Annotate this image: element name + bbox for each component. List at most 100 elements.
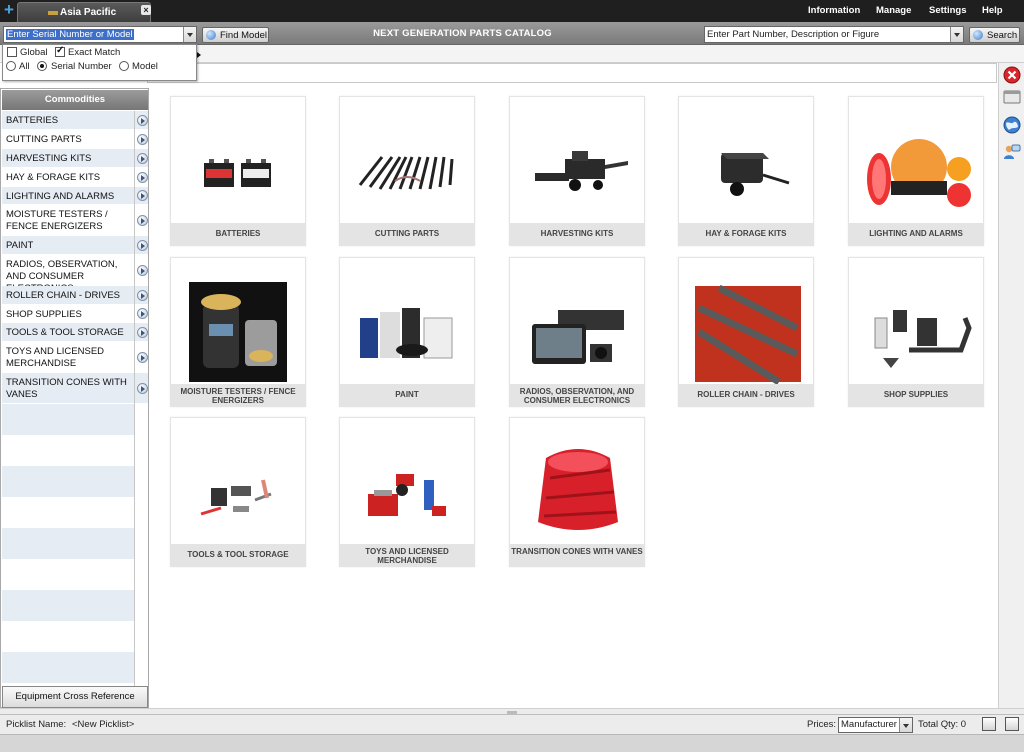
chevron-down-icon[interactable]: [899, 718, 912, 732]
serial-number-input[interactable]: Enter Serial Number or Model: [3, 26, 197, 43]
globe-icon[interactable]: [1003, 116, 1021, 134]
radio-all-label: All: [19, 61, 30, 72]
nav-information[interactable]: Information: [808, 5, 860, 16]
monitor-radio-icon: [532, 310, 624, 364]
tab-asia-pacific[interactable]: Asia Pacific ×: [17, 2, 151, 22]
chevron-down-icon[interactable]: [950, 27, 963, 42]
radio-all[interactable]: [6, 61, 16, 71]
commodity-tile[interactable]: TRANSITION CONES WITH VANES: [509, 417, 645, 567]
commodity-tile[interactable]: SHOP SUPPLIES: [848, 257, 984, 407]
search-options-panel: Global Exact Match All Serial Number Mod…: [2, 44, 197, 81]
commodity-tile[interactable]: ROLLER CHAIN - DRIVES: [678, 257, 814, 407]
nav-manage[interactable]: Manage: [876, 5, 911, 16]
exact-match-label: Exact Match: [68, 47, 121, 58]
commodity-tile-label: PAINT: [340, 384, 474, 406]
commodity-tile[interactable]: PAINT: [339, 257, 475, 407]
global-checkbox[interactable]: [7, 47, 17, 57]
tools-icon: [200, 479, 272, 516]
radio-serial-number[interactable]: [37, 61, 47, 71]
empty-row: [2, 435, 134, 466]
commodity-item-label: TRANSITION CONES WITH VANES: [6, 377, 127, 400]
nav-settings[interactable]: Settings: [929, 5, 966, 16]
commodity-item-label: ROLLER CHAIN - DRIVES: [6, 290, 121, 301]
arrow-right-circle-icon[interactable]: [137, 215, 148, 226]
breadcrumb: [147, 63, 997, 83]
commodity-tile[interactable]: HAY & FORAGE KITS: [678, 96, 814, 246]
new-tab-plus-icon[interactable]: +: [2, 1, 16, 19]
transition-cone-icon: [538, 449, 618, 530]
arrow-right-circle-icon[interactable]: [137, 115, 148, 126]
maximize-window-icon[interactable]: [1005, 717, 1019, 731]
commodity-item[interactable]: HARVESTING KITS: [2, 149, 148, 168]
commodity-tile-label: HAY & FORAGE KITS: [679, 223, 813, 245]
bottom-bar: [0, 734, 1024, 752]
find-model-label: Find Model: [220, 30, 267, 41]
commodity-tile[interactable]: BATTERIES: [170, 96, 306, 246]
empty-row: [2, 652, 134, 683]
arrow-right-circle-icon[interactable]: [137, 383, 148, 394]
commodity-item[interactable]: MOISTURE TESTERS / FENCE ENERGIZERS: [2, 205, 148, 236]
window-icon[interactable]: [1003, 88, 1021, 106]
commodity-tile[interactable]: MOISTURE TESTERS / FENCE ENERGIZERS: [170, 257, 306, 407]
commodity-tile[interactable]: TOOLS & TOOL STORAGE: [170, 417, 306, 567]
prices-select[interactable]: Manufacturer: [838, 717, 913, 733]
commodity-item-label: PAINT: [6, 240, 34, 251]
warning-lights-icon: [867, 139, 971, 207]
part-number-input[interactable]: Enter Part Number, Description or Figure: [704, 26, 964, 43]
total-qty: Total Qty: 0: [918, 719, 967, 730]
close-icon[interactable]: [1003, 66, 1021, 84]
arrow-right-circle-icon[interactable]: [137, 172, 148, 183]
top-bar: + Asia Pacific × Information Manage Sett…: [0, 0, 1024, 22]
commodity-tile[interactable]: LIGHTING AND ALARMS: [848, 96, 984, 246]
picklist-name-value[interactable]: <New Picklist>: [72, 719, 134, 730]
arrow-right-circle-icon[interactable]: [137, 240, 148, 251]
commodity-item[interactable]: BATTERIES: [2, 111, 148, 130]
moisture-tester-icon: [189, 282, 287, 382]
restore-window-icon[interactable]: [982, 717, 996, 731]
search-icon: [973, 30, 983, 40]
commodity-item[interactable]: TOOLS & TOOL STORAGE: [2, 323, 148, 342]
arrow-right-circle-icon[interactable]: [137, 308, 148, 319]
chevron-down-icon[interactable]: [183, 27, 196, 42]
commodity-tile-label: RADIOS, OBSERVATION, AND CONSUMER ELECTR…: [510, 384, 644, 406]
nav-help[interactable]: Help: [982, 5, 1003, 16]
commodity-tile-label: SHOP SUPPLIES: [849, 384, 983, 406]
right-icon-strip: [998, 63, 1024, 708]
empty-row: [2, 528, 134, 559]
arrow-right-circle-icon[interactable]: [137, 153, 148, 164]
commodity-item[interactable]: CUTTING PARTS: [2, 130, 148, 149]
tab-close-icon[interactable]: ×: [141, 5, 151, 15]
arrow-right-circle-icon[interactable]: [137, 134, 148, 145]
commodity-tile[interactable]: RADIOS, OBSERVATION, AND CONSUMER ELECTR…: [509, 257, 645, 407]
commodity-item[interactable]: LIGHTING AND ALARMS: [2, 187, 148, 205]
commodity-item[interactable]: TOYS AND LICENSED MERCHANDISE: [2, 342, 148, 373]
commodity-tile[interactable]: HARVESTING KITS: [509, 96, 645, 246]
commodity-tile[interactable]: TOYS AND LICENSED MERCHANDISE: [339, 417, 475, 567]
arrow-right-circle-icon[interactable]: [137, 190, 148, 201]
shop-supplies-icon: [874, 310, 972, 368]
user-chat-icon[interactable]: [1003, 143, 1021, 161]
arrow-right-circle-icon[interactable]: [137, 265, 148, 276]
commodities-panel: Commodities BATTERIES CUTTING PARTS HARVES…: [0, 88, 149, 708]
commodity-tile-label: ROLLER CHAIN - DRIVES: [679, 384, 813, 406]
equipment-cross-reference-button[interactable]: Equipment Cross Reference: [2, 686, 148, 708]
commodity-item[interactable]: ROLLER CHAIN - DRIVES: [2, 286, 148, 305]
commodity-item[interactable]: TRANSITION CONES WITH VANES: [2, 373, 148, 404]
arrow-right-circle-icon[interactable]: [137, 290, 148, 301]
arrow-right-circle-icon[interactable]: [137, 327, 148, 338]
commodity-item-label: BATTERIES: [6, 115, 59, 126]
empty-row: [2, 559, 134, 590]
commodity-item-label: MOISTURE TESTERS / FENCE ENERGIZERS: [6, 209, 108, 232]
exact-match-checkbox[interactable]: [55, 45, 65, 57]
commodity-item[interactable]: SHOP SUPPLIES: [2, 305, 148, 323]
search-button[interactable]: Search: [969, 27, 1020, 43]
commodity-item[interactable]: RADIOS, OBSERVATION, AND CONSUMER ELECTR…: [2, 255, 148, 294]
commodity-tile-label: HARVESTING KITS: [510, 223, 644, 245]
commodity-tile[interactable]: CUTTING PARTS: [339, 96, 475, 246]
find-model-button[interactable]: Find Model: [202, 27, 269, 43]
commodity-item[interactable]: PAINT: [2, 236, 148, 255]
commodity-item[interactable]: HAY & FORAGE KITS: [2, 168, 148, 187]
radio-model[interactable]: [119, 61, 129, 71]
parts-catalog-app: + Asia Pacific × Information Manage Sett…: [0, 0, 1024, 752]
arrow-right-circle-icon[interactable]: [137, 352, 148, 363]
